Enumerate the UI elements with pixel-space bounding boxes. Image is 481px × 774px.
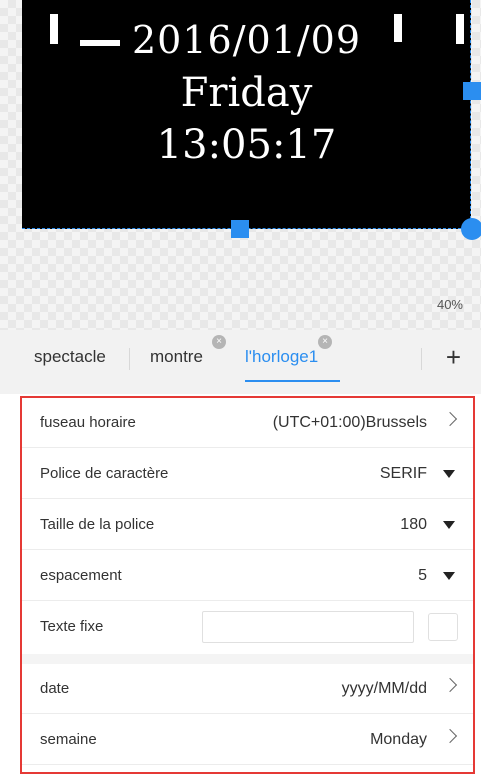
font-value: SERIF [379,465,427,482]
clock-canvas[interactable]: 2016/01/09 Friday 13:05:17 [22,0,471,229]
clock-date-text: 2016/01/09 [131,18,362,62]
caret-down-icon [443,572,455,580]
timezone-value: (UTC+01:00)Brussels [272,414,427,431]
font-size-label: Taille de la police [40,516,155,533]
tab-horloge1[interactable]: l'horloge1 [245,330,318,386]
date-label: date [40,680,70,697]
timezone-label: fuseau horaire [40,414,136,431]
font-size-row[interactable]: Taille de la police 180 [22,500,473,550]
tab-label: montre [150,347,203,366]
zoom-level: 40% [436,297,463,312]
add-tab-button[interactable]: + [446,330,461,386]
fixed-text-row: Texte fixe [22,602,473,652]
spacer [0,386,481,394]
clock-preview: 2016/01/09 Friday 13:05:17 40% [0,0,481,330]
clock-day-text: Friday [180,70,313,116]
caret-down-icon [443,521,455,529]
tab-label: spectacle [34,347,106,366]
resize-handle-right[interactable] [463,82,481,100]
chevron-right-icon [442,411,458,427]
spacing-value: 5 [418,567,427,584]
fixed-text-input[interactable] [202,611,414,643]
active-tab-indicator [245,380,340,382]
date-row[interactable]: date yyyy/MM/dd [22,664,473,714]
settings-panel: fuseau horaire (UTC+01:00)Brussels Polic… [20,396,475,774]
chevron-right-icon [442,677,458,693]
tab-label: l'horloge1 [245,347,319,366]
date-value: yyyy/MM/dd [341,680,427,697]
font-label: Police de caractère [40,465,169,482]
font-size-value: 180 [400,516,427,533]
week-label: semaine [40,731,97,748]
fixed-text-label: Texte fixe [40,618,104,635]
resize-handle-corner[interactable] [461,218,481,240]
chevron-right-icon [442,728,458,744]
tab-montre[interactable]: montre [150,330,203,386]
resize-handle-bottom[interactable] [231,220,249,238]
text-color-swatch[interactable] [428,613,458,641]
close-icon[interactable]: × [212,335,226,349]
week-row[interactable]: semaine Monday [22,715,473,765]
tab-spectacle[interactable]: spectacle [34,330,106,386]
tab-divider [421,348,422,370]
clock-time-text: 13:05:17 [156,122,337,168]
timezone-row[interactable]: fuseau horaire (UTC+01:00)Brussels [22,398,473,448]
section-divider [22,654,473,664]
close-icon[interactable]: × [318,335,332,349]
week-value: Monday [370,731,427,748]
tab-divider [129,348,130,370]
spacing-label: espacement [40,567,122,584]
font-row[interactable]: Police de caractère SERIF [22,449,473,499]
spacing-row[interactable]: espacement 5 [22,551,473,601]
caret-down-icon [443,470,455,478]
tab-bar: spectacle montre × l'horloge1 × + [0,330,481,386]
